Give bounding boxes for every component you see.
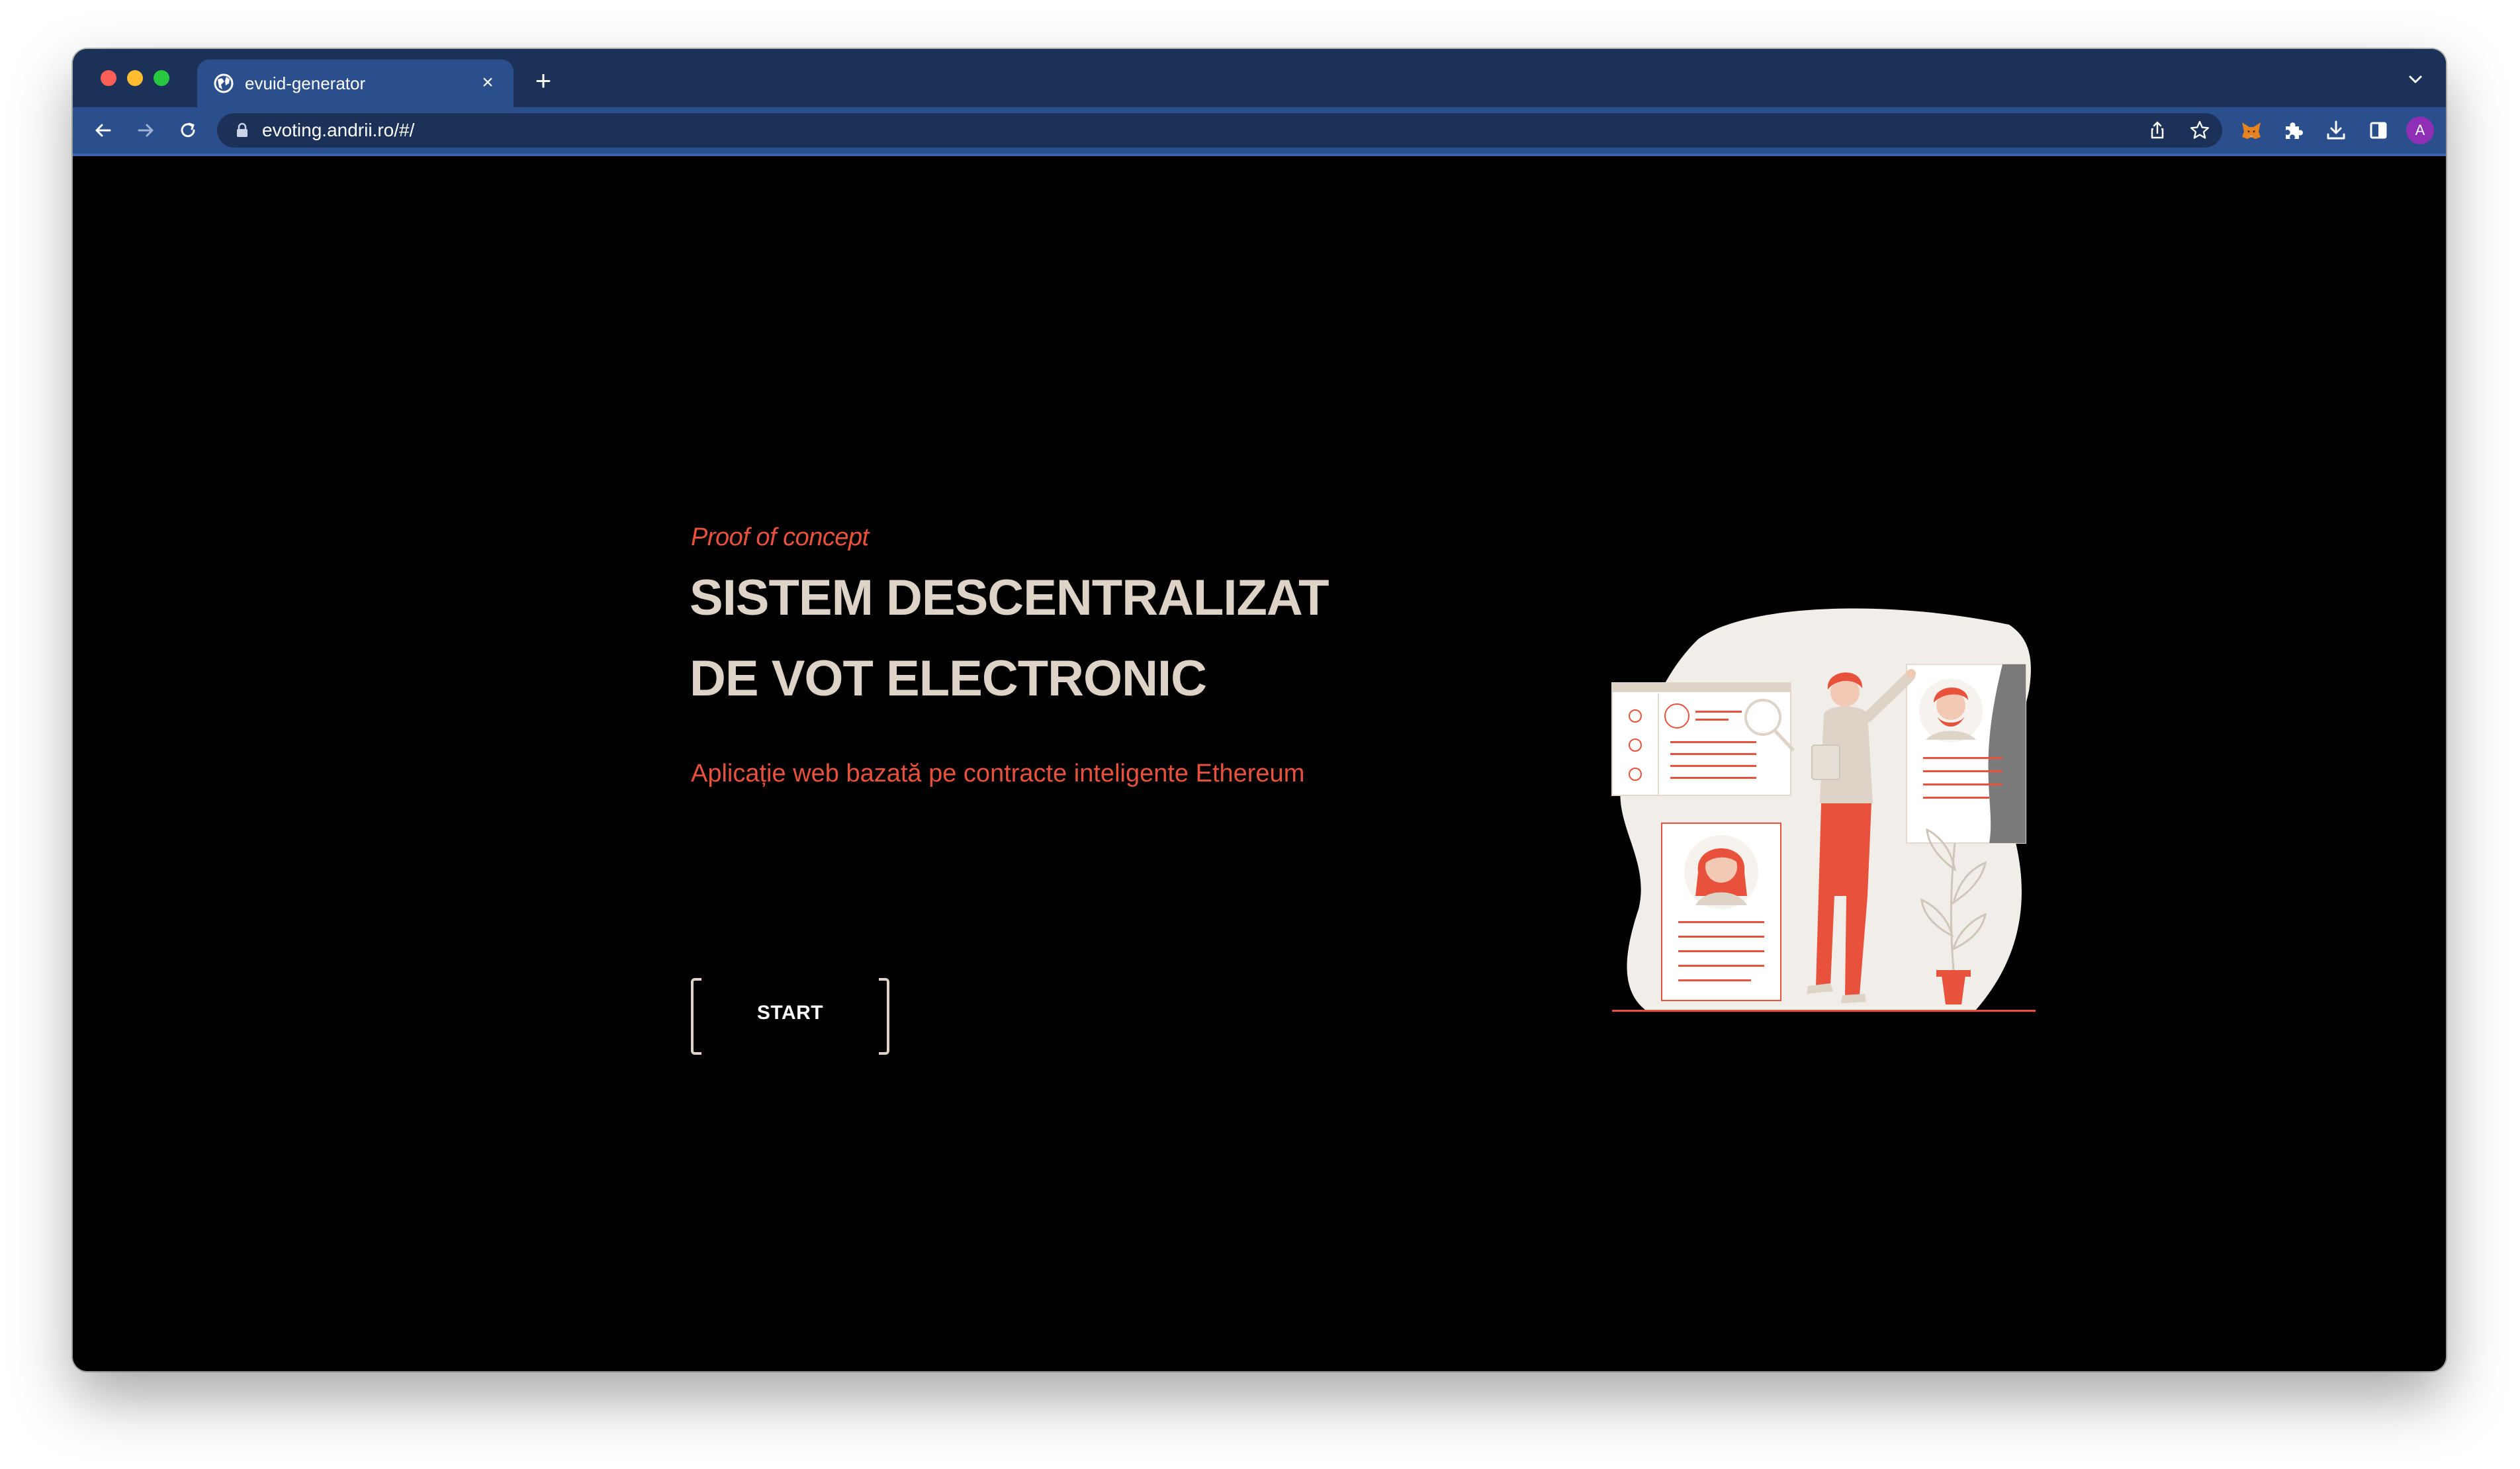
page-content: Proof of concept SISTEM DESCENTRALIZAT D… <box>73 156 2446 1371</box>
hero-headline-line-1: SISTEM DESCENTRALIZAT <box>690 570 1329 626</box>
close-window-button[interactable] <box>101 70 116 86</box>
back-arrow-icon[interactable] <box>90 117 116 144</box>
active-tab[interactable]: evuid-generator × <box>197 60 514 107</box>
hero-headline-line-2: DE VOT ELECTRONIC <box>690 650 1207 707</box>
bookmark-star-icon[interactable] <box>2188 118 2212 142</box>
tab-strip: evuid-generator × + <box>73 49 2446 107</box>
voting-illustration <box>1611 608 2036 1012</box>
lock-icon <box>237 122 248 137</box>
start-button[interactable]: START <box>691 978 889 1055</box>
maximize-window-button[interactable] <box>154 70 169 86</box>
side-panel-icon[interactable] <box>2365 117 2392 144</box>
close-tab-icon[interactable]: × <box>475 70 500 95</box>
globe-favicon-icon <box>214 73 234 93</box>
chevron-down-icon[interactable] <box>2402 66 2429 93</box>
tab-title: evuid-generator <box>245 73 366 93</box>
metamask-fox-icon[interactable] <box>2238 117 2265 144</box>
new-tab-button[interactable]: + <box>529 67 557 95</box>
share-icon[interactable] <box>2145 118 2169 142</box>
address-bar[interactable]: evoting.andrii.ro/#/ <box>217 113 2222 148</box>
browser-window: evuid-generator × + evoting.andrii.ro/#/ <box>73 49 2446 1371</box>
hero-kicker: Proof of concept <box>691 523 869 551</box>
start-button-label: START <box>756 1002 824 1024</box>
hero-subtitle: Aplicație web bazată pe contracte inteli… <box>691 760 1305 787</box>
url-text[interactable]: evoting.andrii.ro/#/ <box>262 120 414 141</box>
download-icon[interactable] <box>2323 117 2349 144</box>
forward-arrow-icon[interactable] <box>132 117 159 144</box>
profile-avatar[interactable]: A <box>2406 116 2434 144</box>
minimize-window-button[interactable] <box>127 70 143 86</box>
browser-toolbar: evoting.andrii.ro/#/ A <box>73 107 2446 156</box>
extensions-puzzle-icon[interactable] <box>2280 117 2307 144</box>
reload-icon[interactable] <box>175 117 201 144</box>
